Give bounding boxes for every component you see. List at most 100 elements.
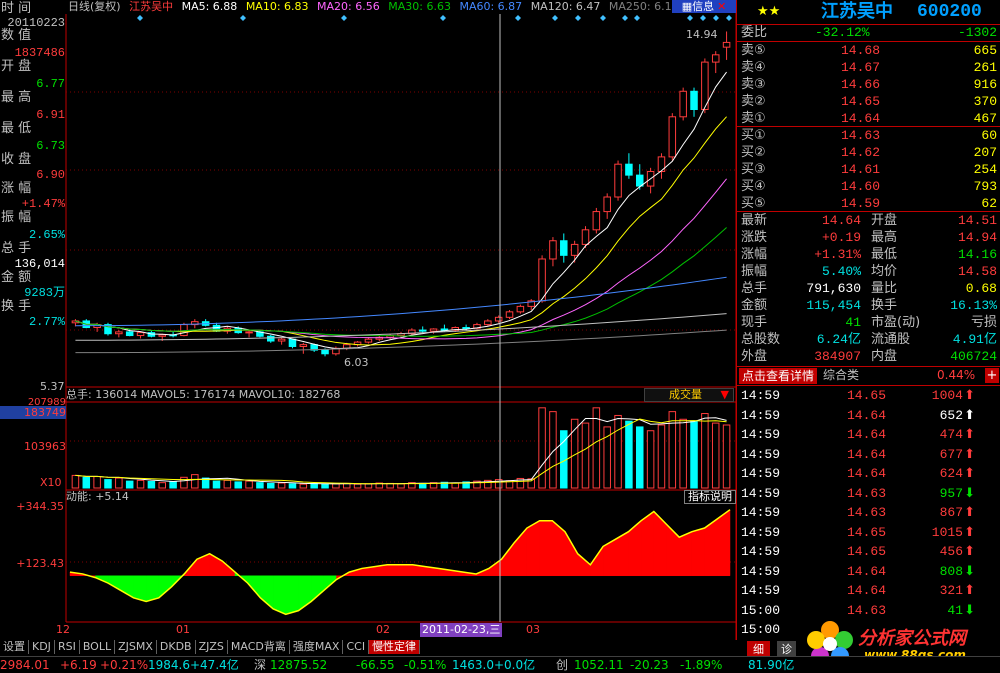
tab-boll[interactable]: BOLL bbox=[80, 640, 116, 654]
trade-volume: 474 bbox=[939, 427, 963, 442]
stat-value: 384907 bbox=[814, 349, 861, 364]
sz-change: -66.55 bbox=[356, 658, 395, 672]
indicator-dropdown[interactable]: 成交量 ▼ bbox=[644, 388, 734, 402]
tab-kdj[interactable]: KDJ bbox=[29, 640, 55, 654]
volume-bar bbox=[722, 424, 731, 489]
bid-label: 买⑤ bbox=[741, 196, 766, 211]
candle-body bbox=[516, 305, 525, 313]
momentum-segment bbox=[640, 511, 655, 577]
kline-chart[interactable]: 14.94 6.03 5.37 bbox=[0, 0, 736, 640]
cy-pct: -1.89% bbox=[680, 658, 723, 672]
trade-volume: 652 bbox=[939, 407, 963, 423]
volume-bar bbox=[277, 482, 286, 489]
low-label: 最 低 bbox=[1, 121, 32, 136]
candle-body bbox=[277, 338, 286, 342]
cy-label[interactable]: 创 bbox=[556, 657, 568, 673]
candle-body bbox=[136, 332, 145, 337]
tab-diagnose[interactable]: 诊 bbox=[777, 641, 796, 657]
trade-price: 14.65 bbox=[847, 388, 887, 403]
tab-detail[interactable]: 细 bbox=[747, 641, 770, 657]
ma30-value: MA30: 6.63 bbox=[388, 0, 451, 13]
volume-bar bbox=[299, 483, 308, 489]
stat-value-2: 14.16 bbox=[957, 247, 997, 262]
ask-label: 卖④ bbox=[741, 60, 766, 75]
tab-zjsmx[interactable]: ZJSMX bbox=[115, 640, 157, 654]
stat-value: 5.40% bbox=[821, 264, 861, 279]
ask-row: 卖② 14.65 370 bbox=[737, 93, 1000, 110]
arrow-up-icon: ⬆ bbox=[964, 505, 975, 520]
bid-price: 14.60 bbox=[841, 179, 881, 194]
period-label[interactable]: 日线(复权) bbox=[68, 0, 121, 13]
ask-row: 卖① 14.64 467 bbox=[737, 110, 1000, 127]
ask-volume: 261 bbox=[973, 60, 997, 75]
detail-button[interactable]: 点击查看详情 bbox=[739, 368, 818, 384]
sz-label[interactable]: 深 bbox=[254, 657, 266, 673]
trade-price: 14.64 bbox=[847, 583, 887, 598]
bid-volume: 254 bbox=[973, 162, 997, 177]
x-label-mar: 03 bbox=[526, 623, 540, 636]
bid-row: 买③ 14.61 254 bbox=[737, 161, 1000, 178]
amplitude-label: 振 幅 bbox=[1, 210, 32, 225]
ask-price: 14.67 bbox=[841, 60, 881, 75]
ask-price: 14.65 bbox=[841, 94, 881, 109]
candle-body bbox=[592, 211, 601, 231]
volume-bar bbox=[147, 481, 156, 489]
cy-amount: 81.90亿 bbox=[748, 658, 795, 672]
momentum-segment bbox=[539, 520, 553, 577]
sz-index: 12875.52 bbox=[270, 658, 328, 672]
tab-strength[interactable]: 强度MAX bbox=[290, 640, 344, 654]
tab-cci[interactable]: CCI bbox=[343, 640, 370, 654]
tab-zjzs[interactable]: ZJZS bbox=[196, 640, 228, 654]
ask-label: 卖① bbox=[741, 111, 766, 126]
candle-body bbox=[484, 320, 492, 326]
candle-body bbox=[505, 311, 514, 318]
sh-pct: +0.21% bbox=[100, 658, 149, 672]
tab-dkdb[interactable]: DKDB bbox=[157, 640, 196, 654]
indicator-help-button[interactable]: 指标说明 bbox=[684, 490, 736, 504]
candle-body bbox=[440, 328, 449, 331]
bid-price: 14.61 bbox=[841, 162, 881, 177]
volume-bar bbox=[158, 482, 167, 489]
star-icon[interactable]: ★★ bbox=[757, 0, 780, 24]
tab-slow-law[interactable]: 慢性定律 bbox=[369, 640, 421, 654]
vol-tick-2: 183749 bbox=[0, 406, 66, 419]
stat-label-2: 最高 bbox=[871, 230, 898, 245]
trade-time: 14:59 bbox=[741, 446, 781, 462]
momentum-segment bbox=[717, 509, 731, 577]
stat-value-2: 亏损 bbox=[970, 315, 997, 330]
stat-value-2: 14.58 bbox=[957, 264, 997, 279]
bid-label: 买① bbox=[741, 128, 766, 143]
tab-rsi[interactable]: RSI bbox=[55, 640, 80, 654]
info-button[interactable]: ▦信息 ✕ bbox=[672, 0, 736, 13]
x-label-feb: 02 bbox=[376, 623, 390, 636]
tab-macd[interactable]: MACD背离 bbox=[228, 640, 290, 654]
volume-bar bbox=[364, 483, 373, 489]
stat-value: +1.31% bbox=[814, 247, 861, 262]
candle-body bbox=[364, 338, 373, 343]
value-label: 数 值 bbox=[1, 28, 32, 43]
ask-price: 14.66 bbox=[841, 77, 881, 92]
volume-bar bbox=[136, 479, 145, 489]
close-icon[interactable]: ✕ bbox=[717, 0, 726, 13]
bid-price: 14.59 bbox=[841, 196, 881, 211]
sector-label[interactable]: 综合类 bbox=[823, 367, 859, 384]
stat-value: 115,454 bbox=[806, 298, 861, 313]
arrow-up-icon: ⬆ bbox=[964, 583, 975, 598]
volume-bar bbox=[245, 480, 253, 489]
arrow-up-icon: ⬆ bbox=[964, 544, 975, 559]
tab-settings[interactable]: 设置 bbox=[0, 640, 29, 654]
trade-time: 14:59 bbox=[741, 583, 781, 598]
stat-label-2: 量比 bbox=[871, 281, 898, 296]
add-button[interactable]: + bbox=[985, 368, 999, 383]
volume-bar bbox=[614, 414, 622, 489]
index-status-bar: 2984.01 +6.19 +0.21% 1984.6+47.4亿 深 1287… bbox=[0, 656, 1000, 673]
volume-bar bbox=[635, 426, 644, 489]
momentum-segment bbox=[272, 575, 287, 615]
volume-bar bbox=[256, 482, 264, 489]
volume-bar bbox=[657, 424, 666, 489]
trade-time: 14:59 bbox=[741, 563, 781, 579]
trade-volume: 624 bbox=[939, 466, 963, 481]
arrow-up-icon: ⬆ bbox=[964, 407, 975, 423]
trade-row: 14:59 14.64 677 ⬆ bbox=[737, 446, 1000, 463]
stat-value-2: 16.13% bbox=[950, 298, 997, 313]
